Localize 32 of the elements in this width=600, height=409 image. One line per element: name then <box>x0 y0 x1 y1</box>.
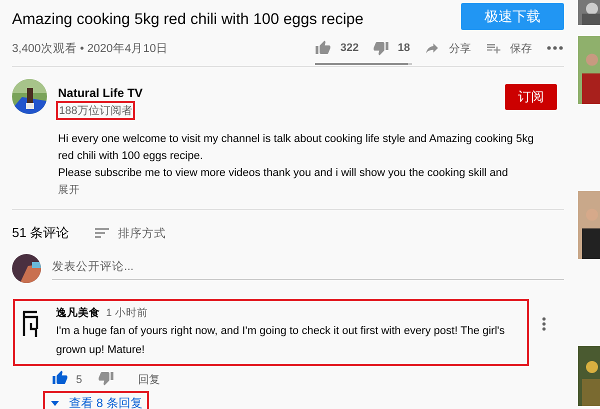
video-title: Amazing cooking 5kg red chili with 100 eggs recipe <box>12 11 364 29</box>
description-line: Please subscribe me to view more videos thank you and i will show you the cooking skill and <box>58 166 510 181</box>
download-button[interactable]: 极速下载 <box>461 3 564 30</box>
comment-author[interactable]: 逸凡美食 <box>56 306 100 320</box>
thumbs-down-icon <box>372 40 389 56</box>
subscriber-count: 188万位订阅者 <box>58 103 134 118</box>
subscribe-button[interactable]: 订阅 <box>505 84 557 110</box>
channel-name[interactable]: Natural Life TV <box>58 86 494 100</box>
save-button[interactable]: 保存 <box>485 38 532 58</box>
view-count-date: 3,400次观看 • 2020年4月10日 <box>12 42 168 56</box>
dislike-button[interactable]: 18 <box>372 38 410 58</box>
user-avatar <box>12 254 41 283</box>
share-button[interactable]: 分享 <box>424 38 471 58</box>
more-icon[interactable] <box>546 45 564 51</box>
caret-icon <box>51 401 59 406</box>
like-button[interactable]: 322 <box>315 38 359 58</box>
view-replies-link[interactable]: 查看 8 条回复 <box>45 393 148 409</box>
sort-icon <box>95 228 110 238</box>
like-count: 5 <box>76 374 82 386</box>
reply-button[interactable]: 回复 <box>138 372 160 387</box>
thumbs-down-icon <box>98 370 114 386</box>
description-line: red chili with 100 eggs recipe. <box>58 149 204 164</box>
comment-time: 1 小时前 <box>106 306 148 320</box>
show-more-link[interactable]: 展开 <box>58 182 80 199</box>
thumbs-up-icon <box>315 40 332 56</box>
comment-count: 51 条评论 <box>12 224 70 242</box>
comment-input-field[interactable]: 发表公开评论... <box>52 257 564 280</box>
sort-button[interactable]: 排序方式 <box>95 226 166 240</box>
thumbs-up-icon <box>52 370 68 386</box>
description-line: Hi every one welcome to visit my channel is talk about cooking life style and Amazing cooking 5kg <box>58 132 535 147</box>
comment-text: I'm a huge fan of yours right now, and I'm going to check it out first with every post! The girl's grown up! Mature! <box>56 324 506 358</box>
kebab-menu-icon[interactable] <box>542 317 546 331</box>
